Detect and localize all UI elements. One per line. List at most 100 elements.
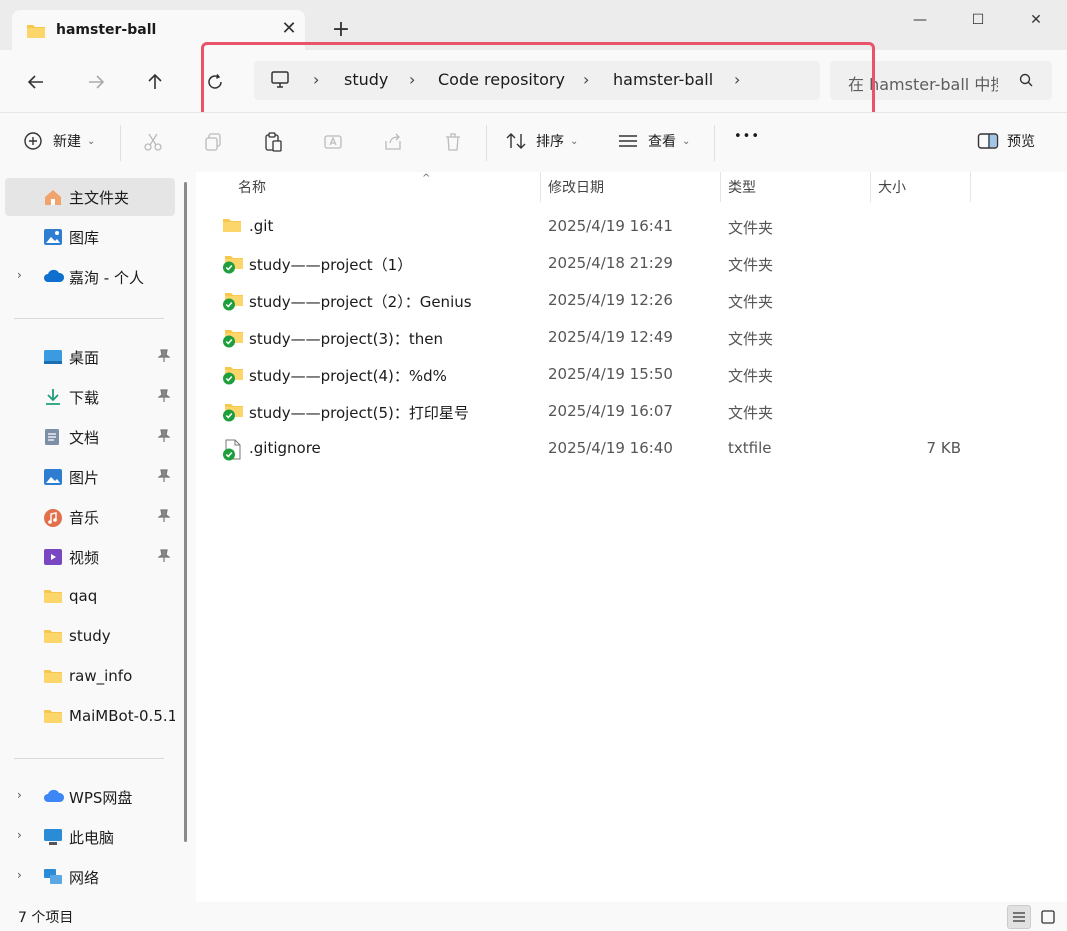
preview-button[interactable]: 预览 [977, 131, 1035, 151]
chevron-right-icon[interactable]: › [17, 828, 22, 842]
sidebar-item-label: 图库 [69, 229, 100, 247]
file-type: 文件夹 [728, 330, 774, 348]
column-header-size[interactable]: 大小 [878, 177, 906, 203]
chevron-right-icon[interactable]: › [583, 70, 589, 89]
file-name: .gitignore [249, 439, 321, 457]
column-divider[interactable] [970, 172, 971, 202]
address-bar[interactable]: › study › Code repository › hamster-ball… [254, 61, 820, 100]
new-tab-button[interactable]: + [329, 18, 353, 42]
sidebar-item-onedrive[interactable]: › 嘉洵 - 个人 [5, 258, 175, 296]
view-button[interactable]: 查看 ⌄ [617, 131, 690, 151]
chevron-down-icon: ⌄ [87, 135, 96, 147]
pin-icon[interactable] [158, 549, 170, 563]
close-tab-icon[interactable]: ✕ [278, 18, 300, 40]
folder-icon [44, 630, 62, 643]
column-divider[interactable] [870, 172, 871, 202]
home-icon [45, 190, 61, 205]
file-row[interactable]: study——project(4)：%d% 2025/4/19 15:50 文件… [214, 356, 974, 392]
sidebar-item-videos[interactable]: 视频 [5, 538, 175, 576]
column-header-type[interactable]: 类型 [728, 177, 756, 203]
chevron-right-icon[interactable]: › [313, 70, 319, 89]
pin-icon[interactable] [158, 389, 170, 403]
sidebar-item-qaq[interactable]: qaq [5, 578, 175, 616]
search-input[interactable]: 在 hamster-ball 中搜索 [848, 71, 998, 95]
preview-pane-icon [977, 133, 999, 149]
sort-button[interactable]: 排序 ⌄ [505, 131, 578, 151]
sort-label: 排序 [536, 134, 564, 150]
file-list: 名称 ^ 修改日期 类型 大小 .git 2025/4/19 16:41 文件夹… [196, 172, 1067, 902]
close-window-button[interactable]: ✕ [1013, 6, 1059, 34]
command-bar: 新建 ⌄ 排序 ⌄ 查看 ⌄ ••• 预览 [0, 112, 1067, 172]
item-count: 7 个项目 [18, 910, 74, 926]
file-name: study——project(3)：then [249, 330, 444, 348]
sidebar-item-wps-cloud[interactable]: › WPS网盘 [5, 778, 175, 816]
pin-icon[interactable] [158, 429, 170, 443]
synced-folder-icon [223, 367, 243, 385]
navigation-pane: 主文件夹 图库 › 嘉洵 - 个人 桌面 下载 文档 图片 音乐 视频 qaq … [0, 172, 196, 902]
new-button[interactable]: 新建 ⌄ [23, 131, 95, 151]
search-box[interactable]: 在 hamster-ball 中搜索 [830, 61, 1052, 100]
file-row[interactable]: .git 2025/4/19 16:41 文件夹 [214, 208, 974, 244]
network-icon [44, 869, 62, 884]
cut-icon[interactable] [143, 132, 163, 152]
breadcrumb-hamster-ball[interactable]: hamster-ball [613, 70, 713, 89]
paste-icon[interactable] [263, 132, 283, 152]
synced-file-icon [223, 439, 241, 461]
column-divider[interactable] [540, 172, 541, 202]
column-header-name[interactable]: 名称 ^ [238, 173, 430, 203]
maximize-button[interactable]: ☐ [955, 6, 1001, 34]
arrow-up-icon [148, 73, 162, 89]
chevron-right-icon[interactable]: › [17, 268, 22, 282]
file-row[interactable]: study——project(3)：then 2025/4/19 12:49 文… [214, 319, 974, 355]
tab-hamster-ball[interactable]: hamster-ball ✕ [12, 10, 305, 50]
sidebar-item-downloads[interactable]: 下载 [5, 378, 175, 416]
pin-icon[interactable] [158, 469, 170, 483]
onedrive-icon [44, 269, 65, 282]
chevron-right-icon[interactable]: › [17, 788, 22, 802]
column-divider[interactable] [720, 172, 721, 202]
sidebar-divider [14, 318, 164, 319]
delete-icon[interactable] [443, 132, 463, 152]
file-row[interactable]: study——project（1） 2025/4/18 21:29 文件夹 [214, 245, 974, 281]
share-icon[interactable] [383, 132, 403, 152]
tiles-view-button[interactable] [1036, 905, 1060, 929]
rename-icon[interactable] [323, 132, 343, 152]
copy-icon[interactable] [203, 132, 223, 152]
sidebar-item-label: 视频 [69, 549, 100, 567]
sidebar-item-pictures[interactable]: 图片 [5, 458, 175, 496]
file-row[interactable]: study——project（2）：Genius 2025/4/19 12:26… [214, 282, 974, 318]
pin-icon[interactable] [158, 349, 170, 363]
file-row[interactable]: .gitignore 2025/4/19 16:40 txtfile 7 KB [214, 430, 974, 466]
forward-button[interactable] [80, 66, 112, 98]
sidebar-item-raw-info[interactable]: raw_info [5, 658, 175, 696]
up-button[interactable] [139, 66, 171, 98]
sidebar-item-study[interactable]: study [5, 618, 175, 656]
sidebar-item-desktop[interactable]: 桌面 [5, 338, 175, 376]
breadcrumb-study[interactable]: study [344, 70, 388, 89]
sidebar-item-maimbot[interactable]: MaiMBot-0.5.1 [5, 698, 175, 736]
sidebar-item-gallery[interactable]: 图库 [5, 218, 175, 256]
back-button[interactable] [20, 66, 52, 98]
more-options-button[interactable]: ••• [734, 129, 760, 144]
column-header-date[interactable]: 修改日期 [548, 177, 604, 203]
breadcrumb-code-repository[interactable]: Code repository [438, 70, 565, 89]
sidebar-item-this-pc[interactable]: › 此电脑 [5, 818, 175, 856]
refresh-button[interactable] [199, 66, 231, 98]
file-row[interactable]: study——project(5)：打印星号 2025/4/19 16:07 文… [214, 393, 974, 429]
minimize-button[interactable]: — [897, 6, 943, 34]
sidebar-scrollbar[interactable] [184, 182, 187, 842]
pin-icon[interactable] [158, 509, 170, 523]
sidebar-item-documents[interactable]: 文档 [5, 418, 175, 456]
file-name: study——project（2）：Genius [249, 293, 472, 311]
chevron-right-icon[interactable]: › [734, 70, 740, 89]
chevron-right-icon[interactable]: › [409, 70, 415, 89]
sidebar-item-network[interactable]: › 网络 [5, 858, 175, 896]
sidebar-item-home[interactable]: 主文件夹 [5, 178, 175, 216]
synced-folder-icon [223, 256, 243, 274]
sidebar-item-label: 网络 [69, 869, 100, 887]
video-icon [44, 549, 62, 565]
file-date: 2025/4/19 16:40 [548, 439, 673, 457]
details-view-button[interactable] [1007, 905, 1031, 929]
chevron-right-icon[interactable]: › [17, 868, 22, 882]
sidebar-item-music[interactable]: 音乐 [5, 498, 175, 536]
